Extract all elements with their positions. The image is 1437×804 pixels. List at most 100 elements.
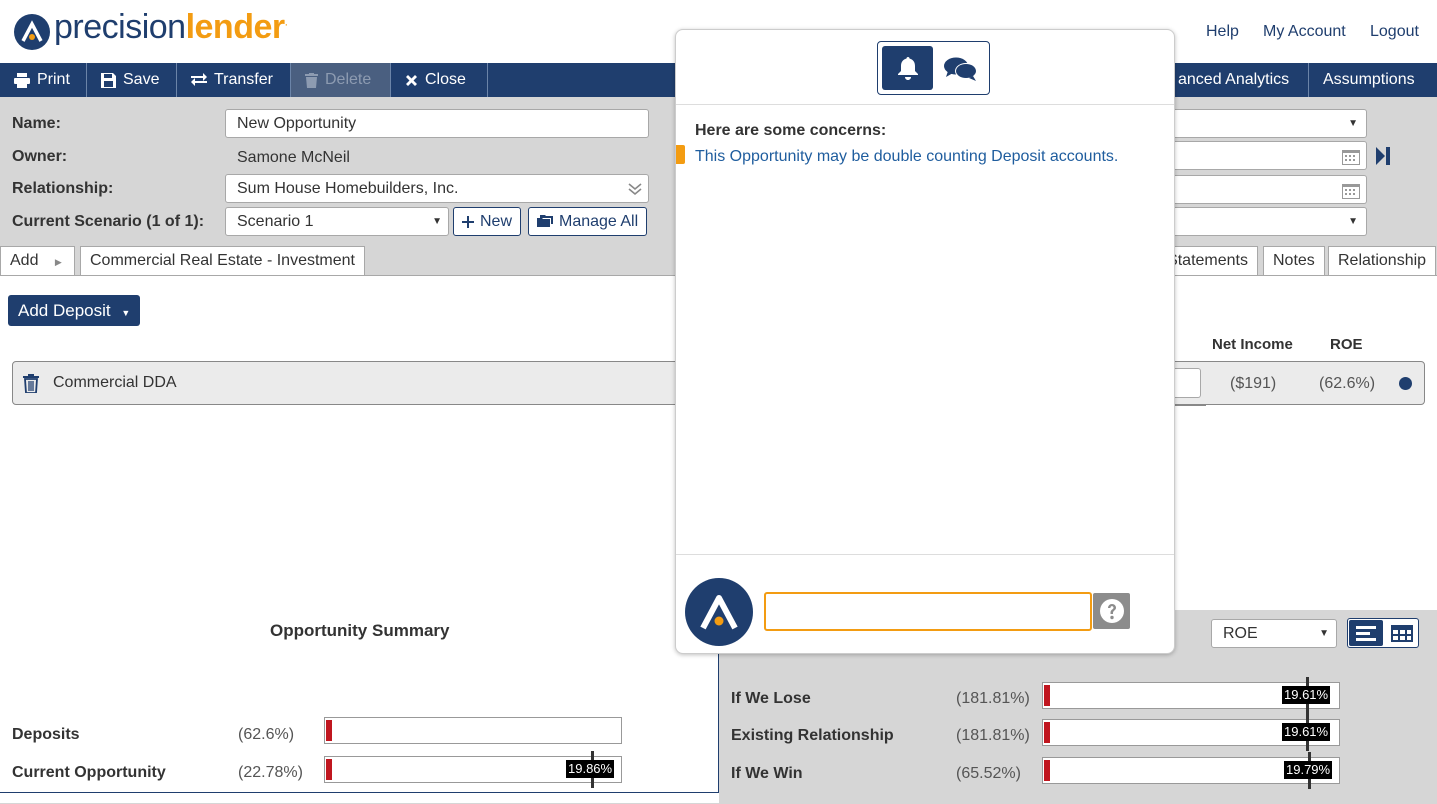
relationship-label: Relationship: — [12, 180, 114, 197]
assumptions-label: Assumptions — [1323, 71, 1415, 88]
relationship-value: Sum House Homebuilders, Inc. — [237, 180, 459, 197]
summary-row-label: Deposits — [12, 726, 80, 743]
caret-down-icon: ▼ — [1348, 216, 1358, 227]
tab-add[interactable]: Add ▶ — [0, 246, 75, 276]
manage-all-button[interactable]: Manage All — [528, 207, 648, 236]
caret-down-icon: ▼ — [1319, 628, 1329, 639]
save-icon — [101, 72, 116, 88]
delete-button[interactable]: Delete — [291, 63, 391, 97]
deposit-name: Commercial DDA — [53, 374, 177, 391]
comparison-row-value: (181.81%) — [956, 690, 1030, 707]
caret-down-icon: ▼ — [121, 308, 131, 318]
logo: precisionlender. — [54, 8, 288, 46]
assistant-popup: Here are some concerns: This Opportunity… — [675, 29, 1175, 654]
bar-fill — [1044, 685, 1050, 706]
logout-link[interactable]: Logout — [1370, 23, 1419, 41]
save-label: Save — [123, 71, 160, 88]
roe-header: ROE — [1330, 336, 1363, 353]
skip-forward-icon[interactable] — [1376, 147, 1390, 165]
advanced-analytics-button[interactable]: anced Analytics — [1163, 63, 1309, 97]
metric-select[interactable]: ROE ▼ — [1211, 619, 1337, 648]
bar-fill — [1044, 722, 1050, 743]
relationship-input[interactable]: Sum House Homebuilders, Inc. — [225, 174, 649, 203]
tab-relationship[interactable]: Relationship — [1328, 246, 1437, 276]
popup-tab-group — [877, 41, 990, 95]
concern-marker — [676, 145, 685, 164]
name-input[interactable]: New Opportunity — [225, 109, 649, 138]
save-button[interactable]: Save — [87, 63, 177, 97]
trash-icon — [305, 72, 318, 88]
caret-right-icon: ▶ — [54, 257, 62, 267]
scenario-value: Scenario 1 — [237, 213, 314, 230]
print-icon — [14, 72, 30, 88]
summary-row-label: Current Opportunity — [12, 764, 166, 781]
name-label: Name: — [12, 115, 61, 132]
align-left-icon — [1356, 626, 1376, 641]
question-icon — [1100, 599, 1124, 623]
bar-fill — [326, 759, 332, 780]
existing-relationship-bar: 19.61% — [1042, 714, 1340, 751]
transfer-label: Transfer — [214, 71, 273, 88]
help-link[interactable]: Help — [1206, 23, 1239, 41]
chat-input[interactable] — [764, 592, 1092, 631]
trash-icon[interactable] — [23, 374, 39, 393]
folders-icon — [537, 215, 553, 227]
right-select-2[interactable]: ▼ — [1160, 207, 1367, 236]
tab-commercial-real-estate[interactable]: Commercial Real Estate - Investment — [80, 246, 365, 276]
add-deposit-label: Add Deposit — [18, 301, 111, 320]
calendar-icon — [1342, 184, 1360, 199]
table-icon — [1391, 625, 1413, 642]
current-opportunity-bar: 19.86% — [324, 751, 622, 788]
if-we-lose-bar: 19.61% — [1042, 677, 1340, 714]
transfer-button[interactable]: Transfer — [177, 63, 291, 97]
tab-statements-label: Statements — [1167, 252, 1248, 269]
table-view-button[interactable] — [1385, 620, 1419, 646]
concerns-title: Here are some concerns: — [695, 122, 887, 139]
right-date-1[interactable] — [1160, 141, 1367, 170]
deposit-roe: (62.6%) — [1319, 375, 1376, 392]
popup-divider — [676, 104, 1174, 105]
bar-view-button[interactable] — [1349, 620, 1383, 646]
chat-tab[interactable] — [937, 46, 985, 90]
owner-value: Samone McNeil — [237, 149, 350, 166]
add-deposit-button[interactable]: Add Deposit ▼ — [8, 295, 141, 326]
new-scenario-label: New — [480, 212, 513, 230]
help-button[interactable] — [1093, 593, 1130, 629]
bar-target-label: 19.61% — [1282, 723, 1331, 741]
bar-fill — [326, 720, 332, 741]
scenario-select[interactable]: Scenario 1 ▼ — [225, 207, 449, 236]
calendar-icon — [1342, 150, 1360, 165]
chat-bubbles-icon — [944, 57, 977, 81]
comparison-row-value: (65.52%) — [956, 765, 1021, 782]
notifications-tab[interactable] — [882, 46, 933, 90]
bell-icon — [898, 57, 918, 80]
assumptions-button[interactable]: Assumptions — [1309, 63, 1437, 97]
deposits-bar — [324, 717, 622, 744]
close-button[interactable]: Close — [391, 63, 488, 97]
tab-notes[interactable]: Notes — [1263, 246, 1325, 276]
print-button[interactable]: Print — [0, 63, 87, 97]
bar-target-label: 19.86% — [566, 760, 615, 778]
right-select-1[interactable]: ▼ — [1160, 109, 1367, 138]
advanced-analytics-label: anced Analytics — [1178, 71, 1290, 88]
delete-label: Delete — [325, 71, 372, 88]
tab-add-label: Add — [10, 252, 39, 269]
new-scenario-button[interactable]: New — [453, 207, 522, 236]
comparison-row-value: (181.81%) — [956, 727, 1030, 744]
right-date-2[interactable] — [1160, 175, 1367, 204]
caret-down-icon: ▼ — [432, 216, 442, 227]
close-label: Close — [425, 71, 466, 88]
summary-title: Opportunity Summary — [270, 621, 450, 640]
plus-icon — [462, 215, 474, 228]
assistant-logo-icon — [685, 578, 753, 646]
comparison-row-label: Existing Relationship — [731, 727, 894, 744]
concern-item[interactable]: This Opportunity may be double counting … — [695, 148, 1118, 166]
popup-divider — [676, 554, 1174, 555]
scenario-label: Current Scenario (1 of 1): — [12, 213, 205, 230]
metric-select-value: ROE — [1223, 625, 1258, 642]
my-account-link[interactable]: My Account — [1263, 23, 1346, 41]
net-income-header: Net Income — [1212, 336, 1293, 353]
deposit-net-income: ($191) — [1230, 375, 1277, 392]
bar-target-label: 19.79% — [1284, 761, 1333, 779]
summary-row-value: (62.6%) — [238, 726, 295, 743]
